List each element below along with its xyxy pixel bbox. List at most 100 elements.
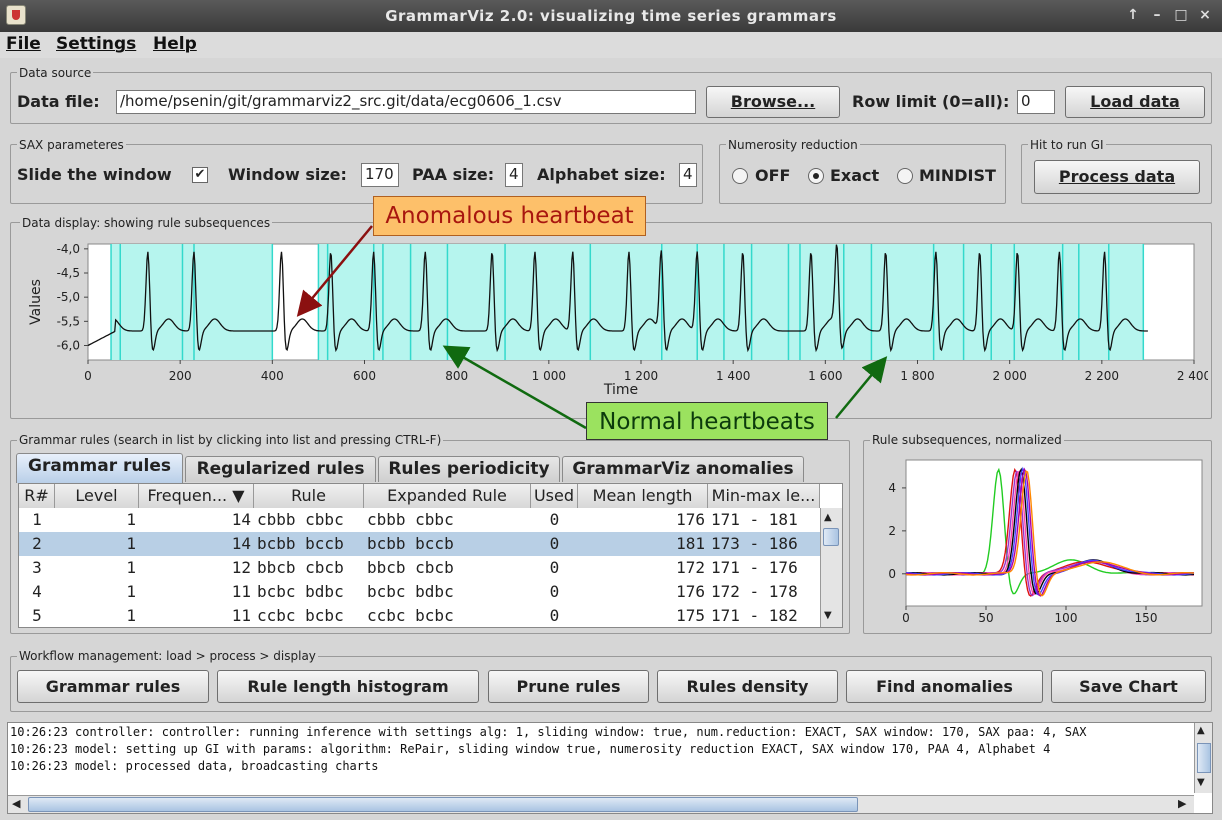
table-row[interactable]: 5 1 11 ccbc bcbc ccbc bcbc 0 175 171 - 182 [19,604,820,627]
col-header-rule[interactable]: Rule [254,484,364,508]
table-cell: 1 [32,510,42,529]
table-cell: 176 [676,582,705,601]
browse-button[interactable]: Browse... [706,86,840,118]
radio-off-label: OFF [755,166,791,185]
table-cell: 2 [32,534,42,553]
sub-x-tick-label: 100 [1055,611,1078,625]
row-limit-label: Row limit (0=all): [852,92,1010,111]
col-header-expanded-rule[interactable]: Expanded Rule [364,484,531,508]
rule-subsequences-chart[interactable]: 0 50 100 150 4 2 0 [868,452,1206,630]
table-scroll-thumb[interactable] [823,528,839,546]
table-row[interactable]: 3 1 12 bbcb cbcb bbcb cbcb 0 172 171 - 176 [19,556,820,580]
table-cell: ccbc bcbc [257,606,344,625]
table-cell: 0 [549,582,560,601]
table-vertical-scrollbar[interactable]: ▲ ▼ [820,508,842,627]
log-vertical-scrollbar[interactable]: ▲ ▼ [1194,723,1212,793]
table-cell: 171 - 181 [711,510,798,529]
process-data-button[interactable]: Process data [1034,160,1200,194]
col-header-level[interactable]: Level [55,484,139,508]
row-limit-field[interactable]: 0 [1017,90,1055,114]
rule-length-histogram-button[interactable]: Rule length histogram [217,670,479,703]
save-chart-button[interactable]: Save Chart [1051,670,1206,703]
window-size-field[interactable]: 170 [361,163,399,187]
log-scroll-up-icon[interactable]: ▲ [1197,725,1205,736]
sax-group-label: SAX parameteres [17,138,126,152]
java-app-icon [6,5,26,25]
table-cell: 14 [231,534,251,553]
col-header-rnum[interactable]: R# [19,484,55,508]
table-cell: bbcb cbcb [257,558,344,577]
prune-rules-button[interactable]: Prune rules [488,670,649,703]
find-anomalies-button[interactable]: Find anomalies [846,670,1043,703]
radio-mindist[interactable] [897,168,913,184]
log-panel[interactable]: 10:26:23 controller: controller: running… [7,722,1213,814]
table-cell: 0 [549,534,560,553]
x-tick-label: 1 400 [716,369,750,383]
log-horizontal-scrollbar[interactable]: ◀ ▶ [8,795,1194,813]
tab-grammarviz-anomalies[interactable]: GrammarViz anomalies [562,456,804,482]
table-cell: 1 [126,534,136,553]
minimize-icon[interactable]: – [1148,6,1166,24]
sub-x-tick-label: 50 [978,611,993,625]
radio-mindist-label: MINDIST [919,166,996,185]
x-tick-label: 1 600 [808,369,842,383]
menu-file[interactable]: File [6,34,41,60]
maximize-icon[interactable]: □ [1172,6,1190,24]
tab-rules-periodicity[interactable]: Rules periodicity [378,456,560,482]
table-row[interactable]: 4 1 11 bcbc bdbc bcbc bdbc 0 176 172 - 178 [19,580,820,604]
slide-window-label: Slide the window [17,165,172,184]
paa-size-field[interactable]: 4 [505,163,523,187]
anomalous-heartbeat-callout: Anomalous heartbeat [373,196,646,236]
rules-density-button[interactable]: Rules density [657,670,838,703]
menu-settings[interactable]: Settings [56,34,136,60]
col-header-mean-length[interactable]: Mean length [578,484,708,508]
alphabet-size-label: Alphabet size: [537,165,666,184]
table-cell: bcbb bccb [257,534,344,553]
table-cell: 0 [549,558,560,577]
table-cell: 1 [126,582,136,601]
radio-off[interactable] [732,168,748,184]
log-hscroll-thumb[interactable] [28,797,858,812]
slide-window-checkbox[interactable]: ✔ [192,167,208,183]
table-row[interactable]: 1 1 14 cbbb cbbc cbbb cbbc 0 176 171 - 181 [19,508,820,532]
radio-exact[interactable] [808,168,824,184]
table-cell: 14 [231,510,251,529]
log-line: 10:26:23 model: processed data, broadcas… [10,759,379,773]
sub-y-tick-label: 2 [888,524,896,538]
y-tick-label: -4,5 [57,266,80,280]
log-scroll-right-icon[interactable]: ▶ [1178,797,1186,810]
log-scroll-down-icon[interactable]: ▼ [1197,777,1205,788]
normal-heartbeats-callout: Normal heartbeats [586,402,828,440]
col-header-used[interactable]: Used [531,484,578,508]
log-vscroll-thumb[interactable] [1197,743,1211,773]
col-header-frequency[interactable]: Frequen... ▼ [139,484,254,508]
window-size-label: Window size: [228,165,347,184]
x-tick-label: 400 [261,369,284,383]
grammar-rules-button[interactable]: Grammar rules [17,670,209,703]
x-axis-label: Time [603,382,638,398]
table-row[interactable]: 2 1 14 bcbb bccb bcbb bccb 0 181 173 - 186 [19,532,820,556]
rules-table-body: 1 1 14 cbbb cbbc cbbb cbbc 0 176 171 - 181 2 1 14 b… [19,508,820,627]
table-cell: 1 [126,510,136,529]
tab-regularized-rules[interactable]: Regularized rules [185,456,376,482]
table-cell: 3 [32,558,42,577]
alphabet-size-field[interactable]: 4 [679,163,697,187]
rules-table: R# Level Frequen... ▼ Rule Expanded Rule… [18,483,843,628]
y-tick-label: -6,0 [57,339,80,353]
menu-help[interactable]: Help [153,34,197,60]
x-tick-label: 1 200 [624,369,658,383]
log-scroll-left-icon[interactable]: ◀ [12,797,20,810]
table-cell: 11 [231,606,251,625]
pin-icon[interactable]: ↑ [1124,6,1142,24]
time-series-chart[interactable]: 0 200 400 600 800 1 000 1 200 1 400 1 600 1 800 2 … [18,232,1208,412]
tab-grammar-rules[interactable]: Grammar rules [16,453,183,483]
data-file-field[interactable]: /home/psenin/git/grammarviz2_src.git/dat… [116,90,696,114]
table-cell: 11 [231,582,251,601]
scroll-down-icon[interactable]: ▼ [824,610,832,621]
load-data-button[interactable]: Load data [1065,86,1205,118]
close-icon[interactable]: × [1196,6,1214,24]
scroll-up-icon[interactable]: ▲ [824,512,832,523]
col-header-minmax-length[interactable]: Min-max le... [708,484,820,508]
y-tick-label: -5,0 [57,290,80,304]
table-cell: 181 [676,534,705,553]
